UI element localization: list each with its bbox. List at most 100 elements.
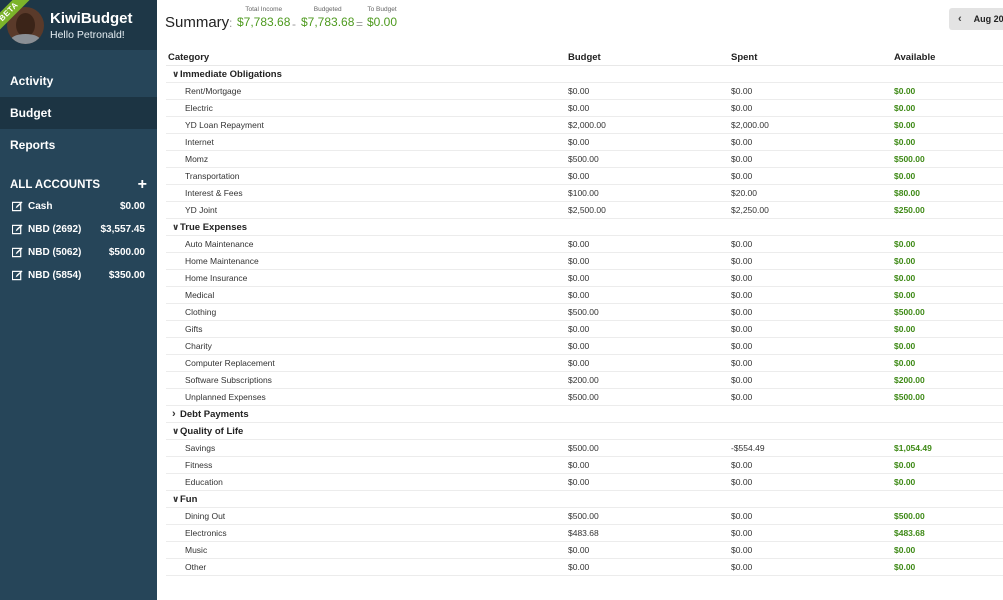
budget-cell[interactable]: $500.00	[568, 392, 731, 402]
col-category: Category	[168, 52, 210, 63]
budget-cell[interactable]: $500.00	[568, 307, 731, 317]
budget-cell[interactable]: $0.00	[568, 545, 731, 555]
chevron-left-icon[interactable]: ‹	[958, 13, 962, 25]
account-item[interactable]: NBD (5062) $500.00	[0, 241, 157, 264]
budget-cell[interactable]: $500.00	[568, 443, 731, 453]
spent-cell: $0.00	[731, 324, 753, 334]
budget-cell[interactable]: $2,000.00	[568, 120, 731, 130]
budget-cell[interactable]: $0.00	[568, 562, 731, 572]
table-row[interactable]: Music $0.00 $0.00 $0.00	[166, 542, 1003, 559]
edit-icon[interactable]	[12, 247, 23, 258]
edit-icon[interactable]	[12, 270, 23, 281]
table-row[interactable]: Transportation $0.00 $0.00 $0.00	[166, 168, 1003, 185]
budget-cell[interactable]: $2,500.00	[568, 205, 731, 215]
table-row[interactable]: Clothing $500.00 $0.00 $500.00	[166, 304, 1003, 321]
table-row[interactable]: Electric $0.00 $0.00 $0.00	[166, 100, 1003, 117]
table-row[interactable]: Interest & Fees $100.00 $20.00 $80.00	[166, 185, 1003, 202]
table-row[interactable]: Charity $0.00 $0.00 $0.00	[166, 338, 1003, 355]
group-name-cell: › Debt Payments	[166, 408, 568, 420]
budget-cell[interactable]: $0.00	[568, 324, 731, 334]
nav-activity[interactable]: Activity	[0, 65, 157, 97]
account-item[interactable]: Cash $0.00	[0, 195, 157, 218]
budget-cell[interactable]: $0.00	[568, 460, 731, 470]
sidebar: BETA KiwiBudget Hello Petronald! Activit…	[0, 0, 157, 600]
summary-title: Summary	[165, 14, 230, 31]
table-row[interactable]: Momz $500.00 $0.00 $500.00	[166, 151, 1003, 168]
spent-cell: $0.00	[731, 239, 753, 249]
table-row[interactable]: Internet $0.00 $0.00 $0.00	[166, 134, 1003, 151]
group-name-cell: ∨Fun	[166, 494, 568, 505]
table-row[interactable]: YD Loan Repayment $2,000.00 $2,000.00 $0.00	[166, 117, 1003, 134]
budget-cell[interactable]: $0.00	[568, 256, 731, 266]
spent-cell: $0.00	[731, 341, 753, 351]
budget-cell[interactable]: $100.00	[568, 188, 731, 198]
table-row[interactable]: Other $0.00 $0.00 $0.00	[166, 559, 1003, 576]
table-row[interactable]: Medical $0.00 $0.00 $0.00	[166, 287, 1003, 304]
category-group-row[interactable]: ∨Quality of Life	[166, 423, 1003, 440]
app-name: KiwiBudget	[50, 10, 133, 27]
spent-cell: $0.00	[731, 273, 753, 283]
budgeted-label: Budgeted	[313, 6, 342, 13]
account-item[interactable]: NBD (5854) $350.00	[0, 264, 157, 287]
budget-cell[interactable]: $0.00	[568, 171, 731, 181]
category-cell: Clothing	[185, 307, 217, 317]
budget-cell[interactable]: $0.00	[568, 477, 731, 487]
table-row[interactable]: Savings $500.00 -$554.49 $1,054.49	[166, 440, 1003, 457]
table-row[interactable]: Dining Out $500.00 $0.00 $500.00	[166, 508, 1003, 525]
category-group-row[interactable]: › Debt Payments	[166, 406, 1003, 423]
budget-cell[interactable]: $0.00	[568, 358, 731, 368]
add-account-icon[interactable]: +	[138, 177, 147, 193]
edit-icon[interactable]	[12, 224, 23, 235]
table-row[interactable]: Home Insurance $0.00 $0.00 $0.00	[166, 270, 1003, 287]
edit-icon[interactable]	[12, 201, 23, 212]
budget-cell[interactable]: $500.00	[568, 154, 731, 164]
category-group-row[interactable]: ∨Fun	[166, 491, 1003, 508]
table-row[interactable]: Unplanned Expenses $500.00 $0.00 $500.00	[166, 389, 1003, 406]
budget-cell[interactable]: $0.00	[568, 239, 731, 249]
table-row[interactable]: YD Joint $2,500.00 $2,250.00 $250.00	[166, 202, 1003, 219]
brand-header: BETA KiwiBudget Hello Petronald!	[0, 0, 157, 50]
chevron-down-icon[interactable]: ∨	[168, 69, 180, 80]
budget-cell[interactable]: $483.68	[568, 528, 731, 538]
table-row[interactable]: Education $0.00 $0.00 $0.00	[166, 474, 1003, 491]
accounts-title[interactable]: ALL ACCOUNTS	[10, 179, 100, 191]
avatar-shirt	[10, 34, 41, 44]
table-row[interactable]: Fitness $0.00 $0.00 $0.00	[166, 457, 1003, 474]
spent-cell: $0.00	[731, 307, 753, 317]
budget-cell[interactable]: $0.00	[568, 273, 731, 283]
table-row[interactable]: Computer Replacement $0.00 $0.00 $0.00	[166, 355, 1003, 372]
category-cell: Home Insurance	[185, 273, 248, 283]
category-group-row[interactable]: ∨True Expenses	[166, 219, 1003, 236]
budget-cell[interactable]: $0.00	[568, 341, 731, 351]
table-row[interactable]: Gifts $0.00 $0.00 $0.00	[166, 321, 1003, 338]
spent-cell: $0.00	[731, 103, 753, 113]
available-cell: $0.00	[894, 545, 916, 555]
budget-cell[interactable]: $500.00	[568, 511, 731, 521]
group-name-cell: ∨True Expenses	[166, 222, 568, 233]
budget-cell[interactable]: $0.00	[568, 290, 731, 300]
nav-budget[interactable]: Budget	[0, 97, 157, 129]
account-item[interactable]: NBD (2692) $3,557.45	[0, 218, 157, 241]
chevron-down-icon[interactable]: ∨	[168, 426, 180, 437]
nav-reports[interactable]: Reports	[0, 129, 157, 161]
table-row[interactable]: Rent/Mortgage $0.00 $0.00 $0.00	[166, 83, 1003, 100]
table-row[interactable]: Software Subscriptions $200.00 $0.00 $200.0…	[166, 372, 1003, 389]
table-row[interactable]: Electronics $483.68 $0.00 $483.68	[166, 525, 1003, 542]
chevron-down-icon[interactable]: ∨	[168, 222, 180, 233]
chevron-down-icon[interactable]: ∨	[168, 494, 180, 505]
chevron-right-icon[interactable]: ›	[168, 408, 180, 420]
summary-colon: :	[229, 16, 233, 30]
budget-cell[interactable]: $0.00	[568, 86, 731, 96]
table-row[interactable]: Auto Maintenance $0.00 $0.00 $0.00	[166, 236, 1003, 253]
month-selector[interactable]: ‹ Aug 20	[949, 8, 1003, 30]
budget-cell[interactable]: $0.00	[568, 103, 731, 113]
account-balance: $350.00	[108, 270, 145, 281]
category-cell: Rent/Mortgage	[185, 86, 242, 96]
available-cell: $0.00	[894, 86, 916, 96]
table-row[interactable]: Home Maintenance $0.00 $0.00 $0.00	[166, 253, 1003, 270]
budget-cell[interactable]: $200.00	[568, 375, 731, 385]
category-group-row[interactable]: ∨Immediate Obligations	[166, 66, 1003, 83]
available-cell: $0.00	[894, 120, 916, 130]
budget-cell[interactable]: $0.00	[568, 137, 731, 147]
main-nav: Activity Budget Reports	[0, 65, 157, 161]
